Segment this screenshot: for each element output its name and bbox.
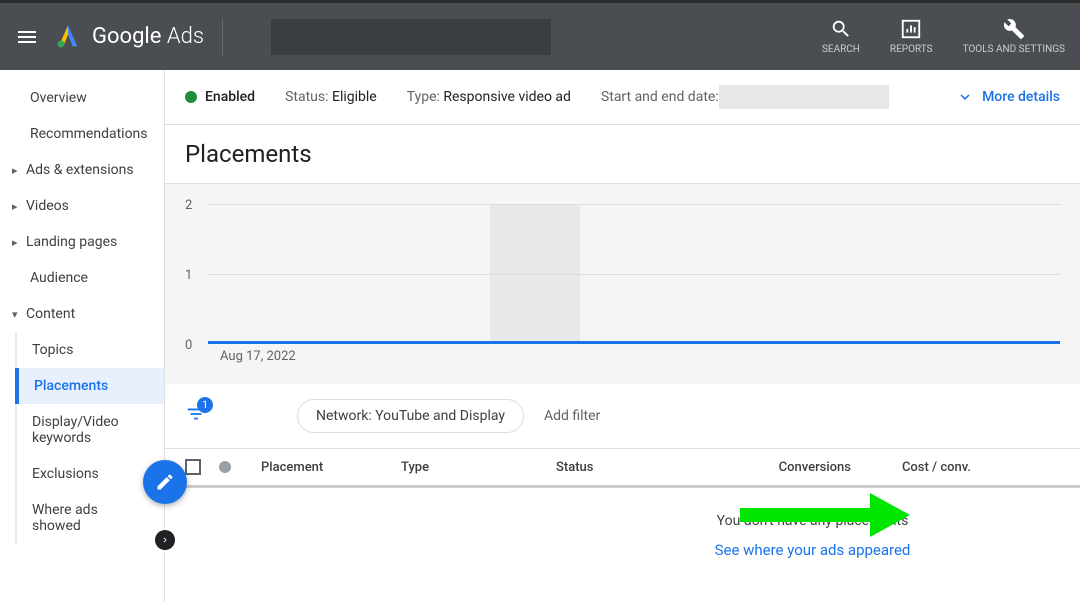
empty-state: You don't have any placements See where … bbox=[165, 488, 1080, 559]
app-header: Google Ads SEARCH REPORTS TOOLS AND SETT… bbox=[0, 0, 1080, 70]
sidebar-item-landing-pages[interactable]: ▸Landing pages bbox=[0, 224, 164, 260]
menu-icon[interactable] bbox=[15, 25, 39, 49]
main-content: Enabled Status: Eligible Type: Responsiv… bbox=[165, 70, 1080, 602]
sidebar-item-overview[interactable]: Overview bbox=[0, 80, 164, 116]
enabled-status[interactable]: Enabled bbox=[185, 89, 255, 105]
chart-x-axis bbox=[208, 341, 1060, 344]
sidebar-item-content[interactable]: ▾Content bbox=[0, 296, 164, 332]
sidebar-item-display-video-keywords[interactable]: Display/Video keywords bbox=[17, 404, 164, 456]
reports-button[interactable]: REPORTS bbox=[890, 18, 933, 56]
chart-area: 2 1 0 Aug 17, 2022 bbox=[165, 184, 1080, 384]
column-header-placement[interactable]: Placement bbox=[261, 460, 401, 475]
y-tick-label: 1 bbox=[185, 268, 192, 283]
header-account-selector[interactable] bbox=[271, 19, 551, 55]
page-title: Placements bbox=[185, 140, 1060, 168]
sidebar-item-where-ads-showed[interactable]: Where ads showed bbox=[17, 492, 164, 544]
app-name: Google Ads bbox=[92, 24, 204, 49]
filter-chip-network[interactable]: Network: YouTube and Display bbox=[297, 399, 524, 433]
add-filter-button[interactable]: Add filter bbox=[544, 408, 600, 424]
reports-icon bbox=[900, 18, 922, 40]
search-button[interactable]: SEARCH bbox=[822, 18, 860, 56]
sidebar-item-recommendations[interactable]: Recommendations bbox=[0, 116, 164, 152]
sidebar-item-placements[interactable]: Placements bbox=[15, 368, 164, 404]
more-details-link[interactable]: More details bbox=[956, 88, 1060, 106]
edit-fab-button[interactable] bbox=[143, 460, 187, 504]
column-header-status[interactable]: Status bbox=[556, 460, 736, 475]
column-header-conversions[interactable]: Conversions bbox=[736, 460, 851, 475]
sidebar-item-videos[interactable]: ▸Videos bbox=[0, 188, 164, 224]
empty-state-link[interactable]: See where your ads appeared bbox=[545, 541, 1080, 559]
chevron-down-icon: ▾ bbox=[12, 308, 26, 321]
annotation-arrow bbox=[740, 493, 910, 537]
status-info: Status: Eligible bbox=[285, 89, 377, 105]
sidebar-item-exclusions[interactable]: Exclusions bbox=[17, 456, 164, 492]
column-header-cost[interactable]: Cost / conv. bbox=[851, 460, 971, 475]
filter-count-badge: 1 bbox=[197, 397, 213, 413]
date-range-value[interactable] bbox=[719, 85, 889, 109]
sidebar-nav: Overview Recommendations ▸Ads & extensio… bbox=[0, 70, 165, 602]
header-divider bbox=[222, 19, 223, 55]
tools-icon bbox=[1003, 18, 1025, 40]
select-all-checkbox[interactable] bbox=[185, 459, 201, 475]
logo[interactable]: Google Ads bbox=[54, 23, 204, 51]
column-header-type[interactable]: Type bbox=[401, 460, 556, 475]
pencil-icon bbox=[155, 472, 175, 492]
chevron-right-icon: ▸ bbox=[12, 200, 26, 213]
tools-settings-button[interactable]: TOOLS AND SETTINGS bbox=[963, 18, 1065, 56]
chart-gridline bbox=[208, 204, 1060, 205]
status-column-icon[interactable] bbox=[219, 461, 231, 473]
page-title-bar: Placements bbox=[165, 125, 1080, 184]
table-header-row: Placement Type Status Conversions Cost /… bbox=[165, 449, 1080, 488]
type-info: Type: Responsive video ad bbox=[407, 89, 571, 105]
x-tick-label: Aug 17, 2022 bbox=[220, 349, 296, 364]
y-tick-label: 0 bbox=[185, 338, 192, 353]
filter-bar: 1 Network: YouTube and Display Add filte… bbox=[165, 384, 1080, 449]
sidebar-item-ads-extensions[interactable]: ▸Ads & extensions bbox=[0, 152, 164, 188]
chevron-down-icon bbox=[956, 88, 974, 106]
chevron-right-icon: ▸ bbox=[12, 236, 26, 249]
chart-gridline bbox=[208, 274, 1060, 275]
chevron-right-icon: ▸ bbox=[12, 164, 26, 177]
y-tick-label: 2 bbox=[185, 198, 192, 213]
search-icon bbox=[830, 18, 852, 40]
sidebar-item-topics[interactable]: Topics bbox=[17, 332, 164, 368]
date-info: Start and end date: bbox=[601, 85, 889, 109]
sidebar-item-audience[interactable]: Audience bbox=[0, 260, 164, 296]
status-dot-icon bbox=[185, 91, 197, 103]
filter-icon-button[interactable]: 1 bbox=[185, 403, 207, 429]
google-ads-logo-icon bbox=[54, 23, 82, 51]
status-bar: Enabled Status: Eligible Type: Responsiv… bbox=[165, 70, 1080, 125]
